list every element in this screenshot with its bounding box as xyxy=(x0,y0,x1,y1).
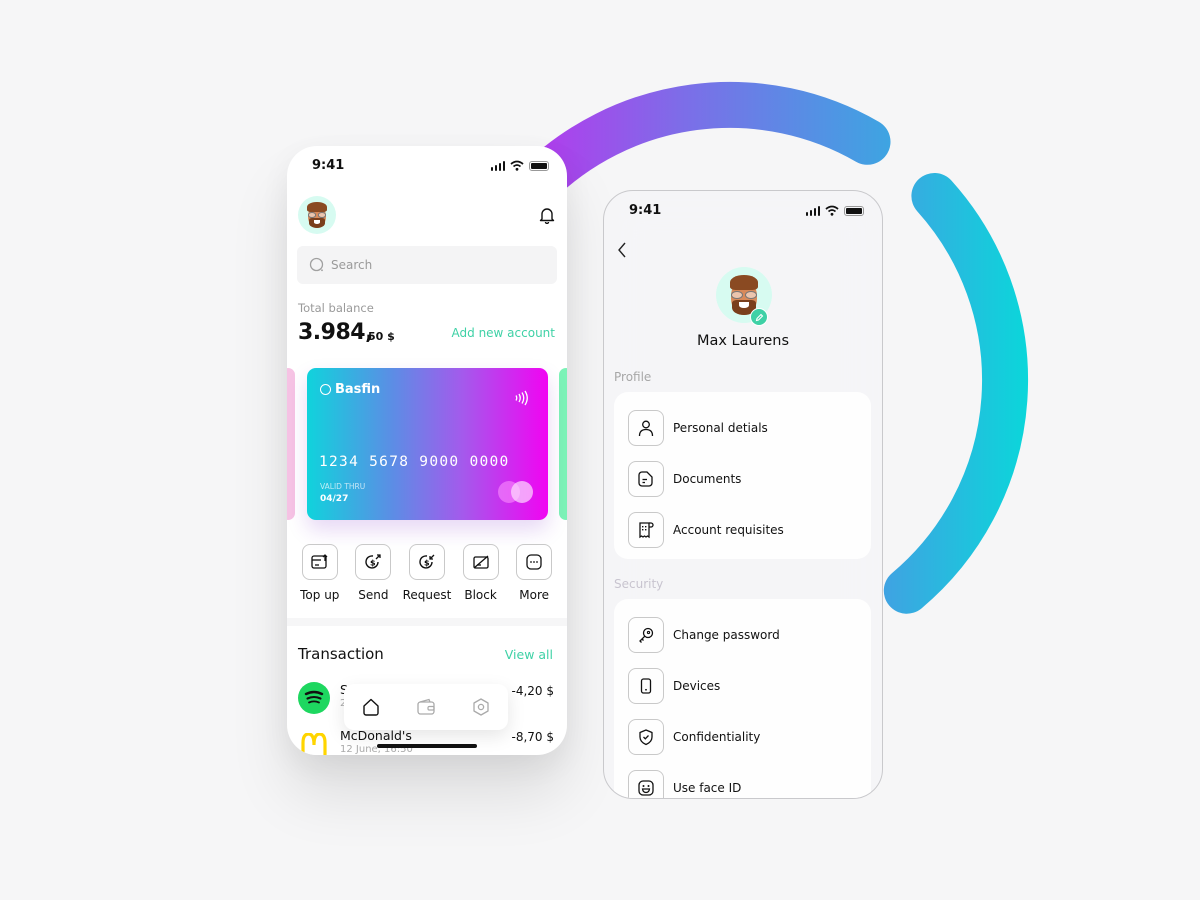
card-brand-name: Basfin xyxy=(335,382,381,397)
send-money-icon: $ xyxy=(365,554,382,569)
transaction-amount: -8,70 $ xyxy=(511,730,555,744)
settings-item-devices[interactable]: Devices xyxy=(628,660,871,711)
action-block[interactable]: Block xyxy=(454,544,508,602)
home-icon xyxy=(363,698,380,716)
tab-settings[interactable] xyxy=(469,695,493,719)
status-bar: 9:41 xyxy=(604,203,882,219)
action-top-up[interactable]: Top up xyxy=(293,544,347,602)
card-expiry-date: 04/27 xyxy=(320,494,349,504)
card-valid-thru-label: VALID THRU xyxy=(320,482,366,491)
settings-item-label: Account requisites xyxy=(673,522,784,537)
settings-icon xyxy=(472,698,489,716)
total-balance-label: Total balance xyxy=(298,301,374,315)
svg-text:$: $ xyxy=(370,559,376,568)
bottom-tab-bar xyxy=(344,684,508,730)
key-icon xyxy=(639,627,654,643)
transaction-amount: -4,20 $ xyxy=(511,684,555,698)
next-card-peek[interactable] xyxy=(559,368,567,520)
home-indicator xyxy=(377,744,477,748)
settings-item-label: Devices xyxy=(673,678,721,693)
search-bar[interactable] xyxy=(297,246,557,284)
pencil-edit-icon xyxy=(755,313,763,321)
card-network-logo-icon xyxy=(498,481,534,503)
settings-item-label: Use face ID xyxy=(673,780,742,795)
svg-text:$: $ xyxy=(424,559,430,568)
home-screen-phone: 9:41 Total balance 3.984, 50 $ Add new a… xyxy=(287,146,567,755)
settings-item-personal-details[interactable]: Personal detials xyxy=(628,402,871,453)
settings-item-account-requisites[interactable]: Account requisites xyxy=(628,504,871,555)
action-label: More xyxy=(519,588,550,602)
tab-wallet[interactable] xyxy=(414,695,438,719)
user-avatar[interactable] xyxy=(298,196,336,234)
action-send[interactable]: $ Send xyxy=(347,544,401,602)
mcdonalds-logo-icon xyxy=(298,728,330,755)
phone-device-icon xyxy=(640,677,652,694)
transactions-title: Transaction xyxy=(298,645,384,663)
section-divider xyxy=(287,618,567,626)
security-settings-group: Change password Devices Confidentiality … xyxy=(614,599,871,798)
shield-check-icon xyxy=(639,728,653,745)
profile-settings-group: Personal detials Documents Account requi… xyxy=(614,392,871,559)
cellular-signal-icon xyxy=(805,206,820,216)
card-number: 1234 5678 9000 0000 xyxy=(319,454,510,470)
memoji-avatar-image xyxy=(306,201,329,229)
profile-section-label: Profile xyxy=(614,370,652,384)
view-all-transactions-link[interactable]: View all xyxy=(505,647,553,662)
settings-item-label: Change password xyxy=(673,627,780,642)
transaction-name: McDonald's xyxy=(340,728,412,743)
action-request[interactable]: $ Request xyxy=(400,544,454,602)
edit-avatar-button[interactable] xyxy=(750,308,768,326)
card-brand: Basfin xyxy=(320,382,380,397)
request-money-icon: $ xyxy=(419,554,435,569)
security-section-label: Security xyxy=(614,577,664,591)
profile-user-name: Max Laurens xyxy=(696,333,790,349)
settings-item-label: Confidentiality xyxy=(673,729,761,744)
quick-actions: Top up $ Send $ Request Block More xyxy=(293,544,561,602)
contactless-icon xyxy=(515,390,528,406)
settings-item-face-id[interactable]: Use face ID xyxy=(628,762,871,798)
user-icon xyxy=(638,420,654,436)
receipt-icon xyxy=(639,521,654,538)
spotify-logo-icon xyxy=(298,682,330,714)
back-chevron-icon[interactable] xyxy=(616,241,630,259)
settings-item-documents[interactable]: Documents xyxy=(628,453,871,504)
wifi-icon xyxy=(510,160,524,171)
transaction-row[interactable]: McDonald's 12 June, 16:50 -8,70 $ xyxy=(298,728,554,755)
wifi-icon xyxy=(825,205,839,216)
action-label: Send xyxy=(358,588,389,602)
top-up-icon xyxy=(311,554,328,569)
settings-item-change-password[interactable]: Change password xyxy=(628,609,871,660)
settings-item-label: Personal detials xyxy=(673,420,768,435)
document-icon xyxy=(638,470,653,487)
cellular-signal-icon xyxy=(490,161,505,171)
battery-icon xyxy=(529,161,549,171)
bank-card[interactable]: Basfin 1234 5678 9000 0000 VALID THRU 04… xyxy=(307,368,548,520)
settings-item-confidentiality[interactable]: Confidentiality xyxy=(628,711,871,762)
add-new-account-link[interactable]: Add new account xyxy=(452,326,555,340)
face-id-icon xyxy=(638,779,654,796)
action-more[interactable]: More xyxy=(507,544,561,602)
previous-card-peek[interactable] xyxy=(287,368,295,520)
battery-icon xyxy=(844,206,864,216)
total-balance-cents: 50 $ xyxy=(368,330,395,343)
wallet-icon xyxy=(417,698,435,715)
search-icon xyxy=(309,257,324,272)
brand-logo-icon xyxy=(320,384,331,395)
profile-screen-phone: 9:41 Max Laurens Profile Personal detial… xyxy=(603,190,883,799)
search-input[interactable] xyxy=(331,258,531,272)
status-time: 9:41 xyxy=(312,158,345,173)
action-label: Top up xyxy=(300,588,340,602)
total-balance-value: 3.984, xyxy=(298,320,373,345)
block-card-icon xyxy=(472,555,489,569)
ring-arc-right xyxy=(883,173,1028,614)
notification-bell-icon[interactable] xyxy=(539,206,555,224)
action-label: Block xyxy=(464,588,497,602)
more-icon xyxy=(526,554,542,570)
decorative-gradient-ring xyxy=(431,81,1028,614)
action-label: Request xyxy=(402,588,452,602)
tab-home[interactable] xyxy=(359,695,383,719)
status-bar: 9:41 xyxy=(287,158,567,174)
status-time: 9:41 xyxy=(629,203,662,218)
settings-item-label: Documents xyxy=(673,471,742,486)
